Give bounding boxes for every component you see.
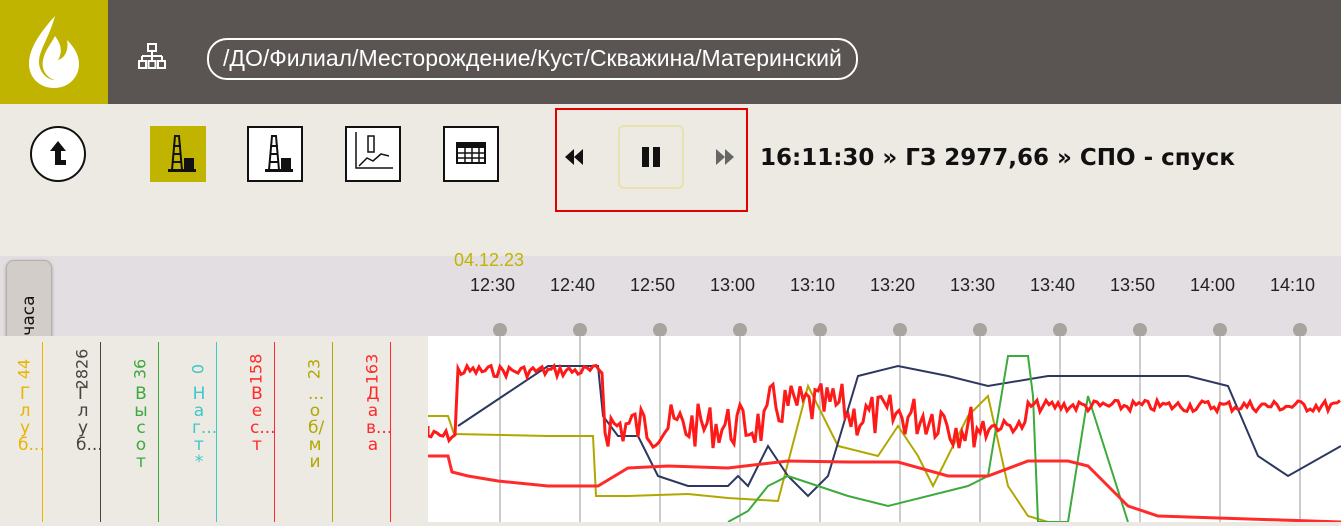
time-marker [1293, 323, 1307, 337]
legend-value-text: 36 [130, 358, 150, 380]
time-marker [653, 323, 667, 337]
depth-chart-button[interactable] [345, 126, 401, 182]
rig-view-icon [168, 135, 196, 172]
time-tick: 12:50 [630, 275, 676, 295]
time-tick: 13:30 [950, 275, 996, 295]
up-level-button[interactable] [30, 126, 86, 182]
time-tick: 14:10 [1270, 275, 1316, 295]
table-view-button[interactable] [443, 126, 499, 182]
time-marker [1133, 323, 1147, 337]
trend-plot [426, 336, 1341, 524]
time-tick: 12:30 [470, 275, 516, 295]
time-tick: 13:00 [710, 275, 756, 295]
legend-item[interactable]: 44 Глуб... [8, 336, 45, 522]
rewind-icon[interactable] [563, 148, 585, 166]
app-logo[interactable] [0, 0, 108, 104]
legend-value-text: 23 [304, 358, 324, 380]
pause-button[interactable] [618, 125, 684, 189]
legend-rule [158, 342, 159, 522]
rig-alt-icon [265, 135, 293, 172]
legend-name: Дав...а [366, 384, 393, 455]
status-readout: 16:11:30 » ГЗ 2977,66 » СПО - спуск [760, 145, 1235, 171]
time-marker [573, 323, 587, 337]
legend-item[interactable]: 2826 Глуб... [66, 336, 103, 522]
time-marker [893, 323, 907, 337]
legend-rule [216, 342, 217, 522]
time-marker [973, 323, 987, 337]
flame-icon [29, 16, 79, 88]
legend-name: ...об/ми [308, 384, 325, 472]
legend-rule [42, 342, 43, 522]
time-marker [813, 323, 827, 337]
time-tick: 13:10 [790, 275, 836, 295]
rig-alt-button[interactable] [247, 126, 303, 182]
legend-name: Высот [134, 384, 148, 472]
legend-value-text: 163 [362, 353, 382, 385]
legend-item[interactable]: 0 Наг...т* [182, 336, 218, 522]
legend-item[interactable]: 163 Дав...а [356, 336, 393, 522]
table-icon [456, 142, 486, 164]
legend-name: Глуб... [76, 384, 103, 455]
depth-chart-icon [355, 132, 393, 169]
time-tick: 13:50 [1110, 275, 1156, 295]
time-tick: 13:40 [1030, 275, 1076, 295]
legend-rule [100, 342, 101, 522]
plot-area[interactable] [426, 336, 1341, 524]
time-tick: 14:00 [1190, 275, 1236, 295]
axis-date: 04.12.23 [454, 250, 525, 270]
pause-icon [642, 147, 660, 167]
time-marker [1053, 323, 1067, 337]
legend-item[interactable]: 23 ...об/ми [298, 336, 333, 522]
breadcrumb-path[interactable]: /ДО/Филиал/Месторождение/Куст/Скважина/М… [207, 38, 858, 80]
fast-forward-icon[interactable] [714, 148, 736, 166]
up-arrow-icon [50, 141, 66, 165]
legend-rule [332, 342, 333, 522]
legend-name: Наг...т* [192, 384, 218, 472]
legend-item[interactable]: 36 Высот [124, 336, 159, 522]
time-marker [733, 323, 747, 337]
time-marker [493, 323, 507, 337]
legend-name: Вес...т [250, 384, 276, 455]
legend-item[interactable]: 158 Вес...т [240, 336, 276, 522]
time-marker [1213, 323, 1227, 337]
legend-value-text: 158 [246, 353, 266, 385]
legend-name: Глуб... [18, 384, 45, 455]
legend-rule [390, 342, 391, 522]
legend-value-text: 44 [14, 358, 34, 380]
legend-rule [274, 342, 275, 522]
hierarchy-icon[interactable] [138, 43, 166, 71]
time-tick: 12:40 [550, 275, 596, 295]
rig-view-button[interactable] [150, 126, 206, 182]
time-tick: 13:20 [870, 275, 916, 295]
legend-value-text: 0 [188, 363, 208, 375]
